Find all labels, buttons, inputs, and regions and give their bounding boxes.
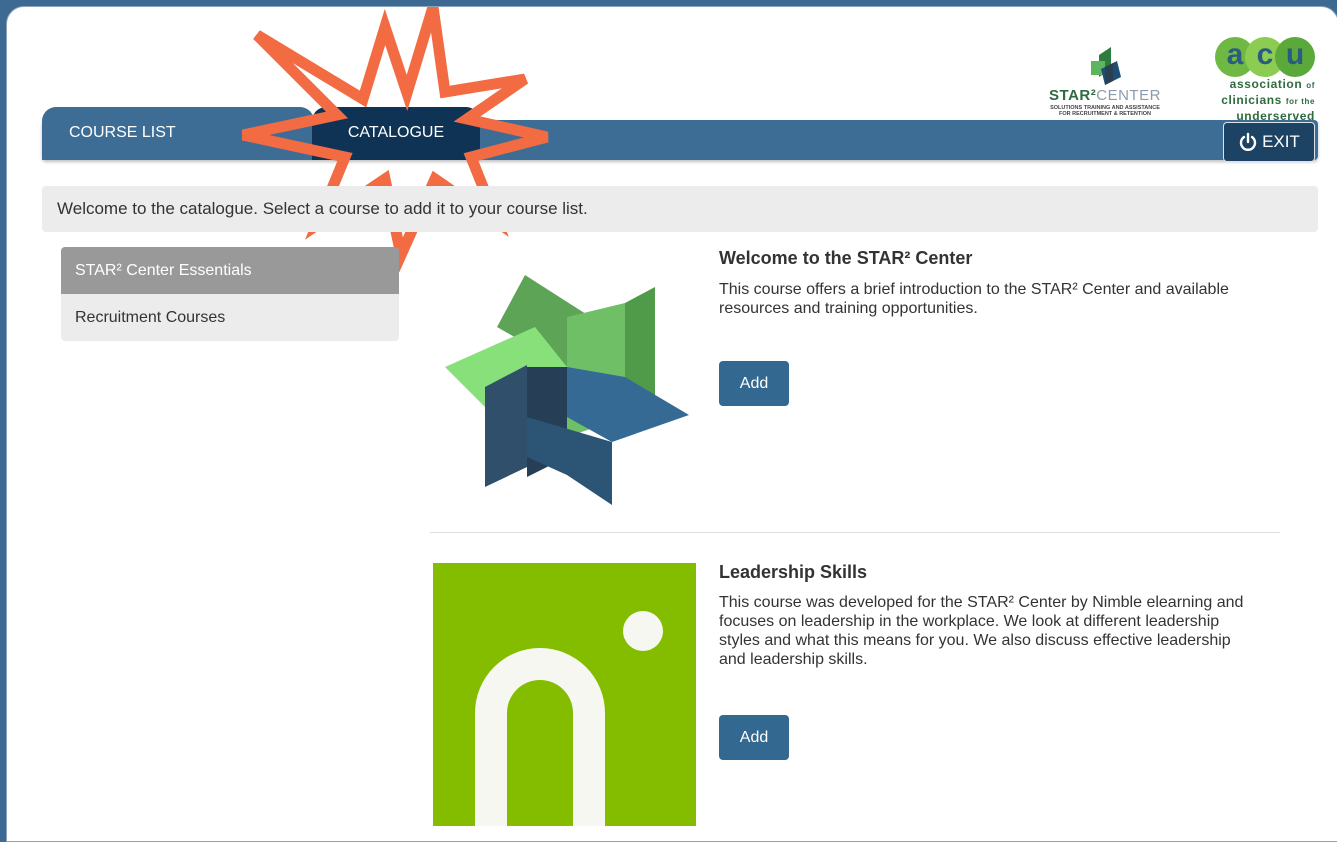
tab-catalogue[interactable]: CATALOGUE — [312, 107, 480, 160]
acu-logo: a c u association of clinicians for the … — [1179, 37, 1319, 123]
tab-catalogue-label: CATALOGUE — [347, 124, 445, 141]
sidebar-item-recruitment-courses[interactable]: Recruitment Courses — [61, 294, 399, 341]
star-logo-subtitle: SOLUTIONS TRAINING AND ASSISTANCE FOR REC… — [1050, 105, 1160, 117]
welcome-banner: Welcome to the catalogue. Select a cours… — [42, 186, 1318, 232]
nimble-course-image — [433, 563, 696, 826]
power-icon — [1239, 132, 1257, 151]
course-description: This course was developed for the STAR² … — [719, 594, 1244, 668]
add-button[interactable]: Add — [719, 361, 789, 406]
tab-course-list[interactable]: COURSE LIST — [42, 107, 314, 160]
course-title: Welcome to the STAR² Center — [719, 248, 973, 268]
exit-button[interactable]: EXIT — [1223, 122, 1315, 162]
star-center-logo: STAR²CENTER SOLUTIONS TRAINING AND ASSIS… — [1037, 45, 1173, 125]
star-logo-text: STAR²CENTER — [1049, 87, 1161, 104]
course-description: This course offers a brief introduction … — [719, 281, 1229, 317]
star-logo-mark — [1091, 47, 1121, 85]
sidebar-item-star-center-essentials[interactable]: STAR² Center Essentials — [61, 247, 399, 294]
acu-circle-u: u — [1275, 37, 1315, 77]
course-title: Leadership Skills — [719, 562, 868, 582]
app-frame: STAR²CENTER SOLUTIONS TRAINING AND ASSIS… — [6, 6, 1337, 842]
course-divider — [430, 532, 1280, 533]
add-button[interactable]: Add — [719, 715, 789, 760]
exit-label: EXIT — [1262, 132, 1300, 151]
acu-logo-text: association of clinicians for the unders… — [1221, 77, 1315, 123]
star-center-course-image — [445, 275, 689, 505]
tab-course-list-label: COURSE LIST — [69, 124, 176, 141]
